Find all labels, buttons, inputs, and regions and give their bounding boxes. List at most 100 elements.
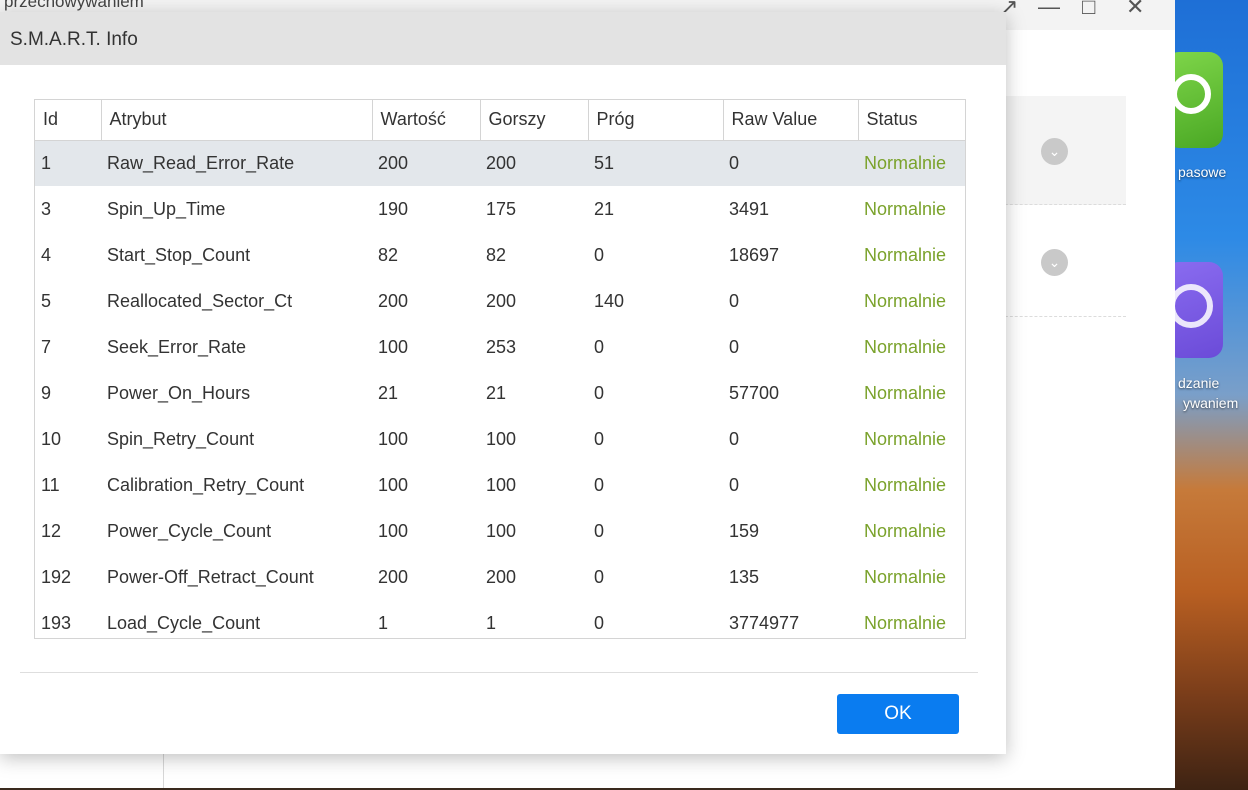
cell-value: 200 — [378, 566, 409, 587]
cell-status: Normalnie — [864, 336, 947, 357]
cell-attribute: Raw_Read_Error_Rate — [101, 140, 372, 186]
cell-raw-value: 0 — [729, 336, 740, 357]
cell-worst: 253 — [486, 336, 517, 357]
cell-raw-value: 3774977 — [729, 612, 800, 633]
cell-attribute: Spin_Up_Time — [107, 198, 226, 219]
cell-attribute: Seek_Error_Rate — [107, 336, 247, 357]
cell-raw-value: 0 — [729, 428, 740, 449]
cell-value: 100 — [378, 520, 409, 541]
column-header-raw-value[interactable]: Raw Value — [723, 100, 859, 141]
column-header-status[interactable]: Status — [858, 100, 965, 141]
cell-value: 21 — [378, 382, 399, 403]
minimize-icon[interactable]: — — [1038, 0, 1060, 20]
table-row[interactable]: 192 Power-Off_Retract_Count 200 200 0 135 Norm… — [35, 554, 965, 600]
table-row[interactable]: 4 Start_Stop_Count 82 82 0 18697 Normalnie — [35, 232, 965, 278]
desktop-app-label: dzanie — [1178, 375, 1220, 391]
cell-worst: 21 — [486, 382, 507, 403]
cell-threshold: 0 — [594, 336, 605, 357]
cell-id: 11 — [41, 474, 60, 495]
cell-value: 100 — [378, 336, 409, 357]
table-row[interactable]: 3 Spin_Up_Time 190 175 21 3491 Normalnie — [35, 186, 965, 232]
smart-info-dialog: S.M.A.R.T. Info Id Atrybut Wartość Gorsz… — [0, 12, 1006, 754]
cell-id: 1 — [35, 140, 101, 186]
cell-attribute: Spin_Retry_Count — [107, 428, 255, 449]
cell-worst: 175 — [486, 198, 517, 219]
table-row[interactable]: 11 Calibration_Retry_Count 100 100 0 0 Normaln… — [35, 462, 965, 508]
table-row[interactable]: 9 Power_On_Hours 21 21 0 57700 Normalnie — [35, 370, 965, 416]
cell-status: Normalnie — [864, 382, 947, 403]
cell-status: Normalnie — [864, 520, 947, 541]
chevron-down-icon[interactable]: ⌄ — [1041, 138, 1068, 165]
divider — [163, 754, 164, 788]
cell-worst: 82 — [486, 244, 507, 265]
column-header-threshold[interactable]: Próg — [588, 100, 724, 141]
desktop-app-label: ywaniem — [1183, 395, 1239, 411]
desktop-app-label: pasowe — [1178, 164, 1227, 180]
table-row[interactable]: 10 Spin_Retry_Count 100 100 0 0 Normalnie — [35, 416, 965, 462]
cell-worst: 1 — [486, 612, 497, 633]
table-row[interactable]: 5 Reallocated_Sector_Ct 200 200 140 0 Normalni… — [35, 278, 965, 324]
cell-value: 82 — [378, 244, 399, 265]
cell-status: Normalnie — [864, 290, 947, 311]
cell-value: 200 — [378, 290, 409, 311]
cell-attribute: Calibration_Retry_Count — [107, 474, 305, 495]
cell-threshold: 21 — [594, 198, 615, 219]
cell-worst: 200 — [486, 290, 517, 311]
cell-value: 190 — [378, 198, 409, 219]
smart-attributes-table: Id Atrybut Wartość Gorszy Próg Raw Value… — [34, 99, 966, 639]
cell-attribute: Start_Stop_Count — [107, 244, 251, 265]
cell-threshold: 0 — [594, 244, 605, 265]
cell-threshold: 51 — [588, 140, 723, 186]
dialog-title: S.M.A.R.T. Info — [10, 29, 138, 50]
cell-raw-value: 159 — [729, 520, 760, 541]
cell-worst: 200 — [486, 566, 517, 587]
cell-status: Normalnie — [864, 428, 947, 449]
chevron-down-icon[interactable]: ⌄ — [1041, 249, 1068, 276]
cell-threshold: 0 — [594, 612, 605, 633]
column-header-id[interactable]: Id — [35, 100, 102, 141]
cell-worst: 200 — [480, 140, 588, 186]
cell-attribute: Load_Cycle_Count — [107, 612, 261, 633]
close-icon[interactable]: ✕ — [1126, 0, 1144, 20]
cell-id: 193 — [41, 612, 72, 633]
cell-value: 100 — [378, 428, 409, 449]
cell-raw-value: 3491 — [729, 198, 770, 219]
cell-id: 4 — [41, 244, 52, 265]
cell-threshold: 0 — [594, 428, 605, 449]
cell-id: 12 — [41, 520, 62, 541]
dialog-header: S.M.A.R.T. Info — [0, 12, 1006, 65]
cell-value: 200 — [372, 140, 480, 186]
cell-worst: 100 — [486, 474, 517, 495]
cell-threshold: 140 — [594, 290, 625, 311]
cell-threshold: 0 — [594, 382, 605, 403]
cell-worst: 100 — [486, 428, 517, 449]
cell-value: 1 — [378, 612, 389, 633]
cell-status: Normalnie — [858, 140, 965, 186]
cell-id: 192 — [41, 566, 72, 587]
column-header-value[interactable]: Wartość — [372, 100, 481, 141]
cell-raw-value: 0 — [729, 290, 740, 311]
table-header-row: Id Atrybut Wartość Gorszy Próg Raw Value… — [35, 100, 965, 141]
cell-status: Normalnie — [864, 612, 947, 633]
cell-attribute: Power_Cycle_Count — [107, 520, 272, 541]
ok-button[interactable]: OK — [837, 694, 959, 734]
cell-id: 5 — [41, 290, 52, 311]
background-window-title: przechowywaniem — [4, 0, 144, 11]
cell-id: 3 — [41, 198, 52, 219]
cell-threshold: 0 — [594, 474, 605, 495]
cell-raw-value: 0 — [729, 474, 740, 495]
maximize-icon[interactable]: □ — [1082, 0, 1095, 20]
table-row[interactable]: 12 Power_Cycle_Count 100 100 0 159 Normalnie — [35, 508, 965, 554]
table-row[interactable]: 1 Raw_Read_Error_Rate 200 200 51 0 Normalnie — [35, 140, 965, 186]
cell-threshold: 0 — [594, 520, 605, 541]
cell-raw-value: 0 — [723, 140, 858, 186]
cell-worst: 100 — [486, 520, 517, 541]
dialog-footer-divider — [20, 672, 978, 673]
table-row[interactable]: 193 Load_Cycle_Count 1 1 0 3774977 Normalnie — [35, 600, 965, 638]
cell-status: Normalnie — [864, 198, 947, 219]
cell-raw-value: 18697 — [729, 244, 780, 265]
column-header-worst[interactable]: Gorszy — [480, 100, 589, 141]
column-header-attribute[interactable]: Atrybut — [101, 100, 373, 141]
cell-status: Normalnie — [864, 474, 947, 495]
table-row[interactable]: 7 Seek_Error_Rate 100 253 0 0 Normalnie — [35, 324, 965, 370]
